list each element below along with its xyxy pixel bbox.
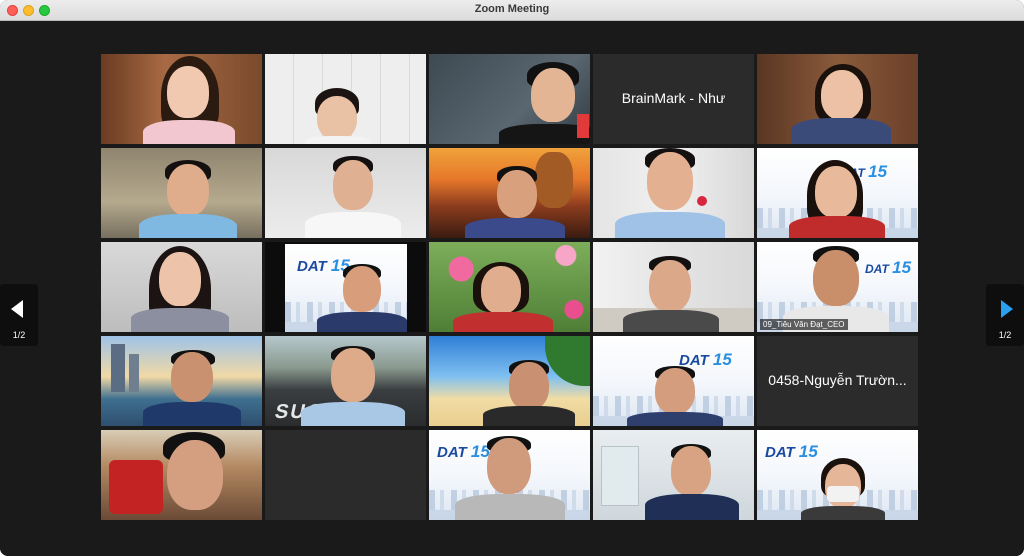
page-indicator: 1/2 — [998, 330, 1012, 340]
dat-logo: DAT 15 — [437, 442, 490, 461]
palm-tree — [545, 336, 590, 386]
participant-tile-6[interactable] — [101, 148, 262, 238]
participant-tile-16[interactable] — [101, 336, 262, 426]
next-page-button[interactable]: 1/2 — [986, 284, 1024, 346]
gallery-view: BrainMark - Như 15 DAT 15 DAT 15 09_Tiêu… — [0, 22, 1024, 556]
page-indicator: 1/2 — [12, 330, 26, 340]
participant-tile-brainmark[interactable]: BrainMark - Như — [593, 54, 754, 144]
dat-logo: DAT 15 — [297, 256, 350, 275]
face-mask — [827, 486, 859, 502]
participant-tile-21[interactable] — [101, 430, 262, 520]
participant-tile-11[interactable] — [101, 242, 262, 332]
participant-tile-ceo[interactable]: DAT 15 09_Tiêu Văn Đạt_CEO — [757, 242, 918, 332]
participant-tile-18[interactable] — [429, 336, 590, 426]
participant-tile-nguyen[interactable]: 0458-Nguyễn Trườn... — [757, 336, 918, 426]
participant-name: BrainMark - Như — [621, 90, 726, 106]
building — [129, 354, 139, 392]
red-object — [577, 114, 589, 138]
previous-page-button[interactable]: 1/2 — [0, 284, 38, 346]
participant-tile-8[interactable] — [429, 148, 590, 238]
participant-tile-23[interactable]: DAT 15 — [429, 430, 590, 520]
chevron-left-icon — [11, 300, 23, 318]
lion-figure — [535, 152, 573, 208]
red-bus — [109, 460, 163, 514]
participant-tile-24[interactable] — [593, 430, 754, 520]
empty-tile — [265, 430, 426, 520]
window-frame — [601, 446, 639, 506]
title-bar: Zoom Meeting — [0, 0, 1024, 21]
dat-logo: DAT 15 — [865, 258, 912, 277]
participant-tile-3[interactable] — [429, 54, 590, 144]
participant-tile-19[interactable]: DAT 15 — [593, 336, 754, 426]
zoom-window: Zoom Meeting BrainMark - Như 15 DAT 15 D… — [0, 0, 1024, 556]
participant-tile-14[interactable] — [593, 242, 754, 332]
participant-tile-9[interactable] — [593, 148, 754, 238]
participant-tile-5[interactable] — [757, 54, 918, 144]
participant-tile-7[interactable] — [265, 148, 426, 238]
participant-tile-10[interactable]: DAT 15 — [757, 148, 918, 238]
participant-tile-1[interactable] — [101, 54, 262, 144]
participant-name: 0458-Nguyễn Trườn... — [768, 372, 907, 388]
participant-tile-13[interactable] — [429, 242, 590, 332]
participant-tile-2[interactable] — [265, 54, 426, 144]
participant-tile-17[interactable]: SUCCESS — [265, 336, 426, 426]
participant-name: 09_Tiêu Văn Đạt_CEO — [760, 319, 848, 330]
window-title: Zoom Meeting — [474, 3, 550, 15]
chevron-right-icon — [1001, 300, 1013, 318]
dat-logo: DAT 15 — [765, 442, 818, 461]
participant-tile-25[interactable]: DAT 15 — [757, 430, 918, 520]
building — [111, 344, 125, 392]
flower — [697, 196, 707, 206]
participant-tile-12[interactable]: DAT 15 — [265, 242, 426, 332]
